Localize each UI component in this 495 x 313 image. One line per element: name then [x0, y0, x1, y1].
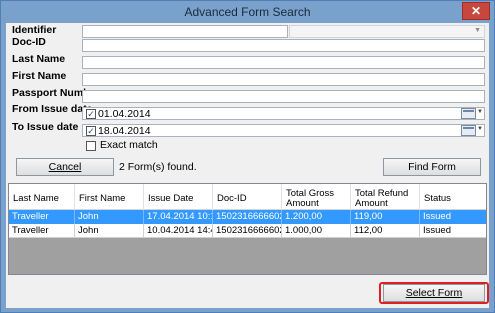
cancel-button-label: Cancel	[48, 161, 82, 173]
cell-total-gross: 1.200,00	[282, 210, 351, 224]
column-header-total-gross-amount[interactable]: Total Gross Amount	[282, 184, 351, 210]
column-header-total-refund-amount[interactable]: Total Refund Amount	[351, 184, 420, 210]
to-issue-date-label: To Issue date	[12, 121, 79, 133]
chevron-down-icon: ▼	[474, 27, 481, 34]
first-name-label: First Name	[12, 70, 67, 82]
from-date-value: 01.04.2014	[98, 108, 151, 120]
cell-total-refund: 119,00	[351, 210, 420, 224]
cell-last-name: Traveller	[9, 210, 75, 224]
identifier-input[interactable]	[82, 25, 288, 38]
grid-header: Last Name First Name Issue Date Doc-ID T…	[9, 184, 486, 210]
to-date-checkbox[interactable]: ✓	[86, 126, 96, 136]
cell-doc-id: 15023166666027...	[213, 224, 282, 238]
window-title: Advanced Form Search	[184, 5, 311, 19]
cell-total-gross: 1.000,00	[282, 224, 351, 238]
identifier-type-dropdown[interactable]: ▼	[289, 25, 485, 38]
chevron-down-icon: ▼	[477, 126, 483, 132]
to-date-value: 18.04.2014	[98, 125, 151, 137]
column-header-first-name[interactable]: First Name	[75, 184, 144, 210]
chevron-down-icon: ▼	[477, 109, 483, 115]
find-form-button[interactable]: Find Form	[383, 158, 481, 176]
close-button[interactable]: ✕	[462, 2, 490, 20]
cell-doc-id: 15023166666027...	[213, 210, 282, 224]
exact-match-checkbox[interactable]	[86, 141, 96, 151]
doc-id-input[interactable]	[82, 39, 485, 52]
cell-status: Issued	[423, 225, 451, 236]
column-header-doc-id[interactable]: Doc-ID	[213, 184, 282, 210]
calendar-icon[interactable]	[461, 108, 476, 119]
to-issue-date-picker[interactable]: ✓ 18.04.2014 ▼	[82, 124, 485, 137]
exact-match-label: Exact match	[100, 139, 158, 151]
from-date-checkbox[interactable]: ✓	[86, 109, 96, 119]
cancel-button[interactable]: Cancel	[16, 158, 114, 176]
from-issue-date-label: From Issue date	[12, 103, 93, 115]
cell-total-refund: 112,00	[351, 224, 420, 238]
select-form-button-label: Select Form	[405, 287, 463, 299]
cell-first-name: John	[75, 224, 144, 238]
cell-issue-date: 10.04.2014 14:45	[144, 224, 213, 238]
title-bar[interactable]: Advanced Form Search ✕	[1, 1, 494, 23]
table-row[interactable]: Traveller John 10.04.2014 14:45 15023166…	[9, 224, 486, 238]
column-header-status[interactable]: Status	[420, 184, 486, 210]
results-grid[interactable]: Last Name First Name Issue Date Doc-ID T…	[8, 183, 487, 275]
select-form-button[interactable]: Select Form	[383, 284, 485, 302]
last-name-input[interactable]	[82, 56, 485, 69]
dialog-body: Identifier Doc-ID Last Name First Name P…	[6, 23, 489, 308]
search-status-text: 2 Form(s) found.	[119, 161, 197, 173]
find-form-button-label: Find Form	[408, 161, 456, 173]
advanced-form-search-window: Advanced Form Search ✕ Identifier Doc-ID…	[0, 0, 495, 313]
column-header-last-name[interactable]: Last Name	[9, 184, 75, 210]
first-name-input[interactable]	[82, 73, 485, 86]
column-header-issue-date[interactable]: Issue Date	[144, 184, 213, 210]
from-issue-date-picker[interactable]: ✓ 01.04.2014 ▼	[82, 107, 485, 120]
cell-status: Issued	[423, 211, 451, 222]
cell-last-name: Traveller	[9, 224, 75, 238]
table-row[interactable]: Traveller John 17.04.2014 10:16 15023166…	[9, 210, 486, 224]
cell-first-name: John	[75, 210, 144, 224]
last-name-label: Last Name	[12, 53, 66, 65]
calendar-icon[interactable]	[461, 125, 476, 136]
cell-issue-date: 17.04.2014 10:16	[144, 210, 213, 224]
identifier-label: Identifier	[12, 24, 57, 36]
doc-id-label: Doc-ID	[12, 36, 46, 48]
passport-number-input[interactable]	[82, 90, 485, 103]
